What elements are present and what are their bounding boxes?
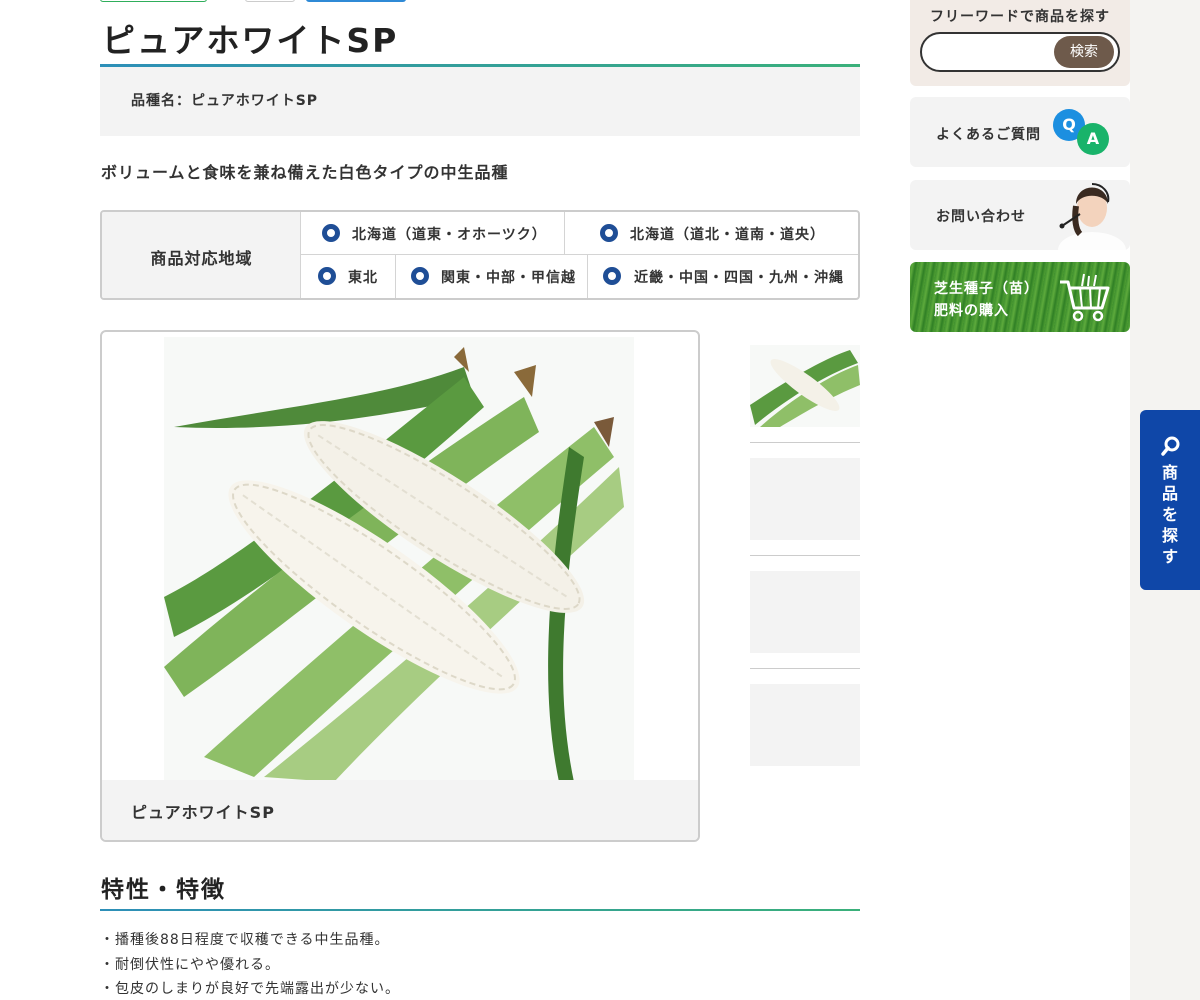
region-item[interactable]: 東北: [301, 255, 396, 298]
section-divider: [100, 909, 860, 911]
region-label: 関東・中部・甲信越: [441, 270, 576, 286]
top-tab-stub[interactable]: [306, 0, 406, 2]
region-label: 東北: [348, 270, 378, 286]
thumbnail-divider: [750, 555, 860, 556]
contact-link[interactable]: お問い合わせ: [910, 180, 1130, 250]
floating-product-search-tab[interactable]: 商品を探す: [1140, 410, 1200, 590]
lawn-label-1: 芝生種子（苗）: [934, 281, 1039, 297]
search-label: フリーワードで商品を探す: [930, 9, 1110, 25]
search-button[interactable]: 検索: [1054, 36, 1114, 68]
region-table: 商品対応地域 北海道（道東・オホーツク） 北海道（道北・道南・道央） 東北 関東…: [100, 210, 860, 300]
feature-item: ・包皮のしまりが良好で先端露出が少ない。: [100, 981, 400, 997]
contact-label: お問い合わせ: [936, 209, 1026, 225]
lawn-seed-purchase-link[interactable]: 芝生種子（苗） 肥料の購入: [910, 262, 1130, 332]
region-item[interactable]: 関東・中部・甲信越: [396, 255, 588, 298]
region-label: 北海道（道東・オホーツク）: [352, 227, 547, 243]
operator-headset-icon: [1058, 183, 1126, 250]
radio-selected-icon: [322, 224, 340, 242]
page-title: ピュアホワイトSP: [102, 21, 399, 60]
radio-selected-icon: [603, 267, 621, 285]
faq-link[interactable]: よくあるご質問 Q A: [910, 97, 1130, 167]
variety-box: 品種名：ピュアホワイトSP: [100, 67, 860, 136]
region-header-label: 商品対応地域: [150, 249, 253, 268]
variety-label: 品種名：ピュアホワイトSP: [131, 93, 319, 109]
thumbnail-placeholder[interactable]: [750, 458, 860, 540]
top-tab-stub[interactable]: [245, 0, 295, 2]
search-icon: [1161, 436, 1180, 456]
lawn-label-2: 肥料の購入: [934, 303, 1009, 319]
top-tab-stub[interactable]: [100, 0, 207, 2]
region-item[interactable]: 北海道（道東・オホーツク）: [301, 212, 565, 255]
features-heading: 特性・特徴: [101, 877, 226, 903]
white-corn-photo[interactable]: [164, 337, 634, 782]
answer-bubble-icon: A: [1077, 123, 1109, 155]
shopping-cart-icon: [1060, 273, 1110, 322]
main-content: ピュアホワイトSP 品種名：ピュアホワイトSP ボリュームと食味を兼ね備えた白色…: [0, 0, 1130, 1000]
thumbnail-divider: [750, 442, 860, 443]
thumbnail-placeholder[interactable]: [750, 571, 860, 653]
region-table-header: 商品対応地域: [102, 212, 301, 298]
radio-selected-icon: [411, 267, 429, 285]
radio-selected-icon: [318, 267, 336, 285]
radio-selected-icon: [600, 224, 618, 242]
region-item[interactable]: 北海道（道北・道南・道央）: [565, 212, 858, 255]
faq-label: よくあるご質問: [936, 127, 1041, 143]
region-item[interactable]: 近畿・中国・四国・九州・沖縄: [588, 255, 858, 298]
floating-tab-label: 商品を探す: [1161, 463, 1178, 566]
region-label: 北海道（道北・道南・道央）: [630, 227, 825, 243]
thumbnail-placeholder[interactable]: [750, 684, 860, 766]
thumbnail-corn-image[interactable]: [750, 345, 860, 427]
region-label: 近畿・中国・四国・九州・沖縄: [634, 270, 844, 286]
photo-caption-bar: ピュアホワイトSP: [102, 780, 698, 840]
feature-item: ・耐倒伏性にやや優れる。: [100, 957, 280, 973]
photo-caption: ピュアホワイトSP: [131, 803, 275, 822]
product-catchphrase: ボリュームと食味を兼ね備えた白色タイプの中生品種: [101, 163, 509, 182]
feature-item: ・播種後88日程度で収穫できる中生品種。: [100, 932, 390, 948]
main-photo-frame: ピュアホワイトSP: [100, 330, 700, 842]
thumbnail-divider: [750, 668, 860, 669]
freeword-search-box: フリーワードで商品を探す 検索: [910, 0, 1130, 86]
